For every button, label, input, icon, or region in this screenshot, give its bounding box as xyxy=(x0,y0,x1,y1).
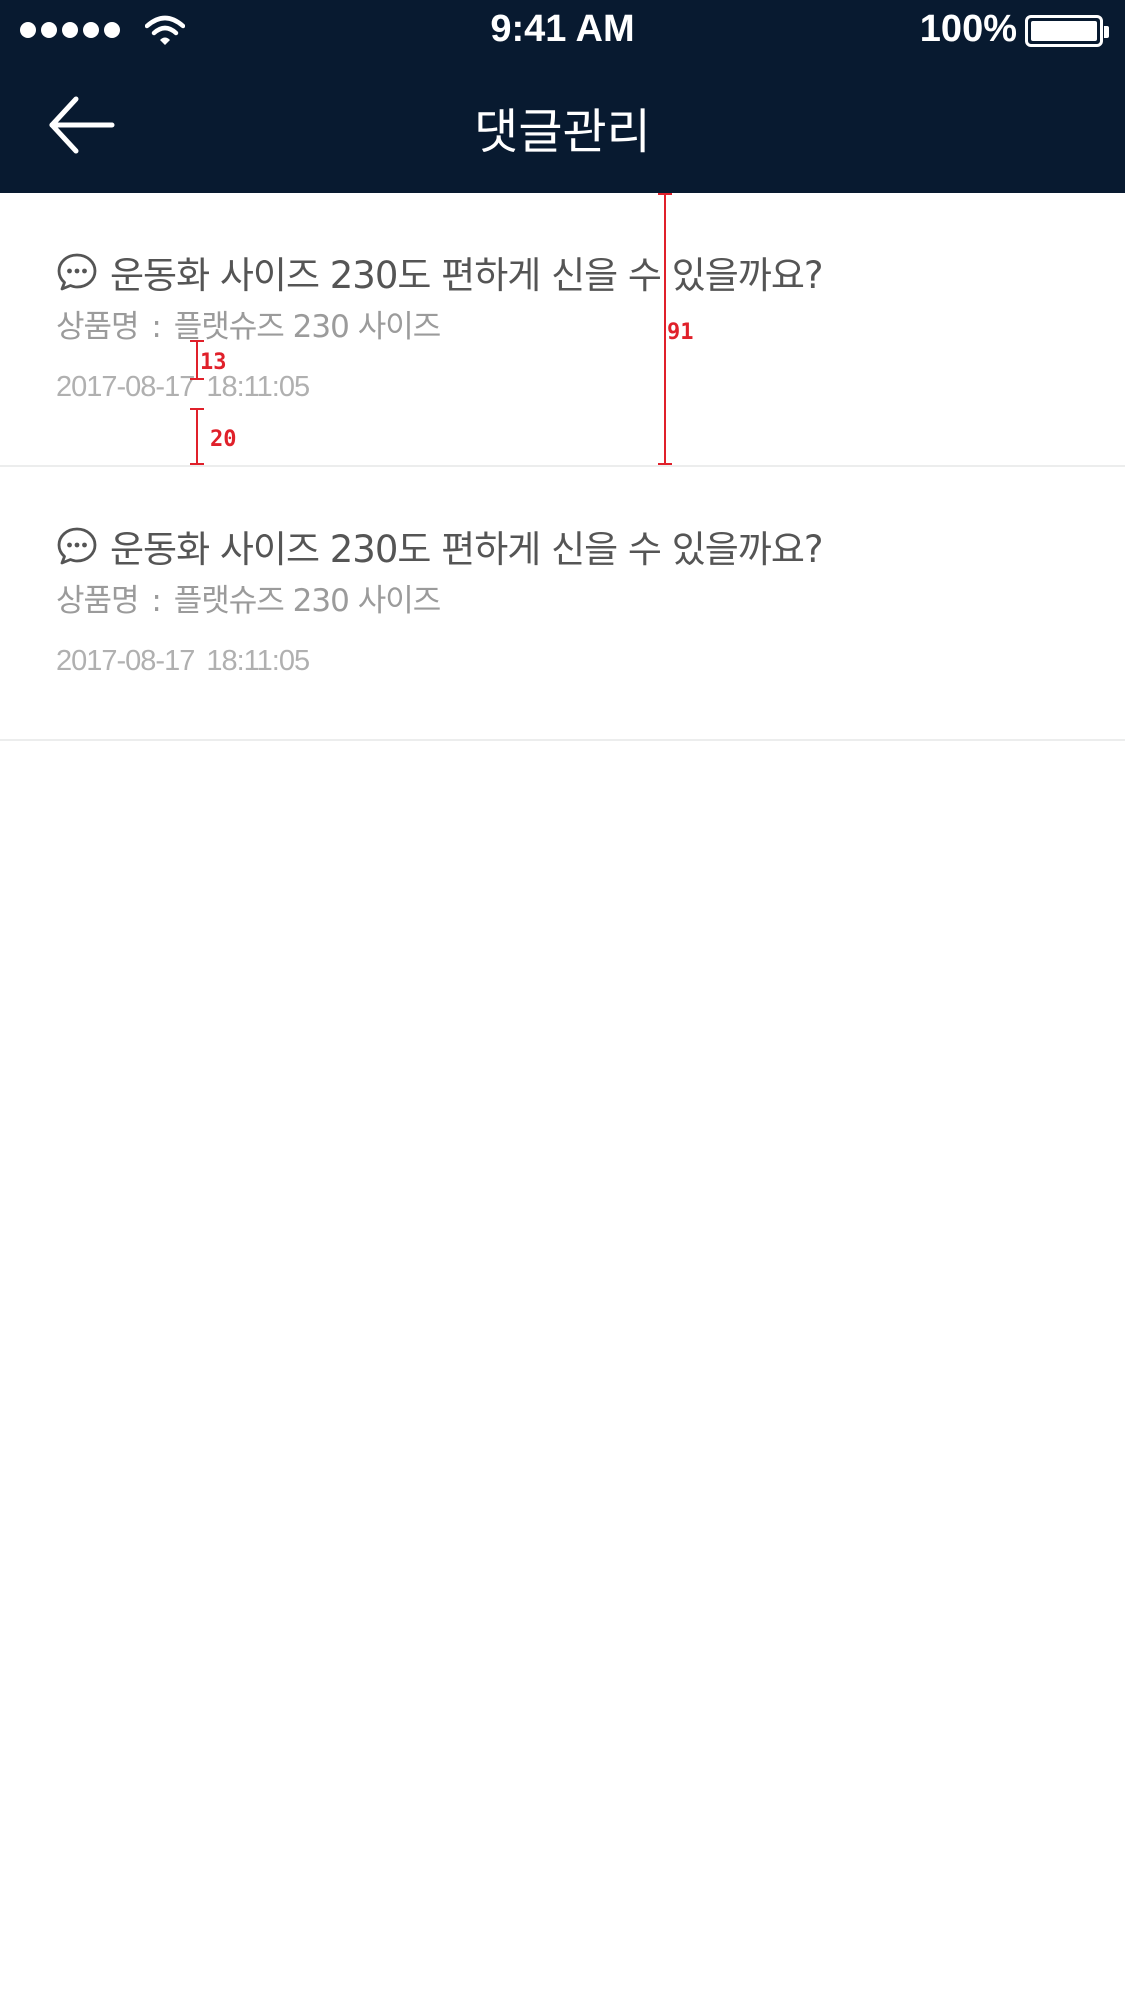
product-label: 상품명 xyxy=(56,309,140,345)
measure-line-item-height xyxy=(664,193,666,465)
speech-bubble-icon xyxy=(57,253,97,291)
battery-icon xyxy=(1025,15,1109,47)
comment-time: 18:11:05 xyxy=(206,645,310,677)
measure-tick xyxy=(190,408,204,410)
comment-date: 2017-08-17 xyxy=(56,371,195,403)
measure-tick xyxy=(658,463,672,465)
measure-tick xyxy=(190,340,204,342)
comment-time: 18:11:05 xyxy=(206,371,310,403)
comment-list-item[interactable]: 운동화 사이즈 230도 편하게 신을 수 있을까요? 상품명 : 플랫슈즈 2… xyxy=(0,467,1125,741)
comment-question: 운동화 사이즈 230도 편하게 신을 수 있을까요? xyxy=(110,254,824,297)
comment-list: 운동화 사이즈 230도 편하게 신을 수 있을까요? 상품명 : 플랫슈즈 2… xyxy=(0,193,1125,741)
comment-timestamp: 2017-08-17 18:11:05 xyxy=(56,645,310,678)
measure-label-gap: 13 xyxy=(200,350,227,375)
comment-list-item[interactable]: 운동화 사이즈 230도 편하게 신을 수 있을까요? 상품명 : 플랫슈즈 2… xyxy=(0,193,1125,467)
measure-label-bottom-padding: 20 xyxy=(210,427,237,452)
measure-line-bottom-padding xyxy=(196,408,198,465)
measure-label-item-height: 91 xyxy=(667,320,694,345)
product-name: 플랫슈즈 230 사이즈 xyxy=(173,583,442,619)
battery-percent: 100% xyxy=(919,8,1017,50)
comment-question-row: 운동화 사이즈 230도 편하게 신을 수 있을까요? xyxy=(56,245,824,299)
comment-timestamp: 2017-08-17 18:11:05 xyxy=(56,371,310,404)
measure-tick xyxy=(190,378,204,380)
product-label: 상품명 xyxy=(56,583,140,619)
product-separator: : xyxy=(151,583,162,619)
comment-question-row: 운동화 사이즈 230도 편하게 신을 수 있을까요? xyxy=(56,519,824,573)
product-name-line: 상품명 : 플랫슈즈 230 사이즈 xyxy=(56,301,442,346)
page-title: 댓글관리 xyxy=(474,104,651,160)
product-name-line: 상품명 : 플랫슈즈 230 사이즈 xyxy=(56,575,442,620)
comment-date: 2017-08-17 xyxy=(56,645,195,677)
comment-question: 운동화 사이즈 230도 편하게 신을 수 있을까요? xyxy=(110,528,824,571)
speech-bubble-icon xyxy=(57,527,97,565)
app-header: 9:41 AM 100% 댓글관리 xyxy=(0,0,1125,193)
product-name: 플랫슈즈 230 사이즈 xyxy=(173,309,442,345)
measure-tick xyxy=(190,463,204,465)
status-bar: 9:41 AM 100% xyxy=(0,0,1125,62)
measure-line-gap xyxy=(196,340,198,380)
measure-tick xyxy=(658,193,672,195)
product-separator: : xyxy=(151,309,162,345)
